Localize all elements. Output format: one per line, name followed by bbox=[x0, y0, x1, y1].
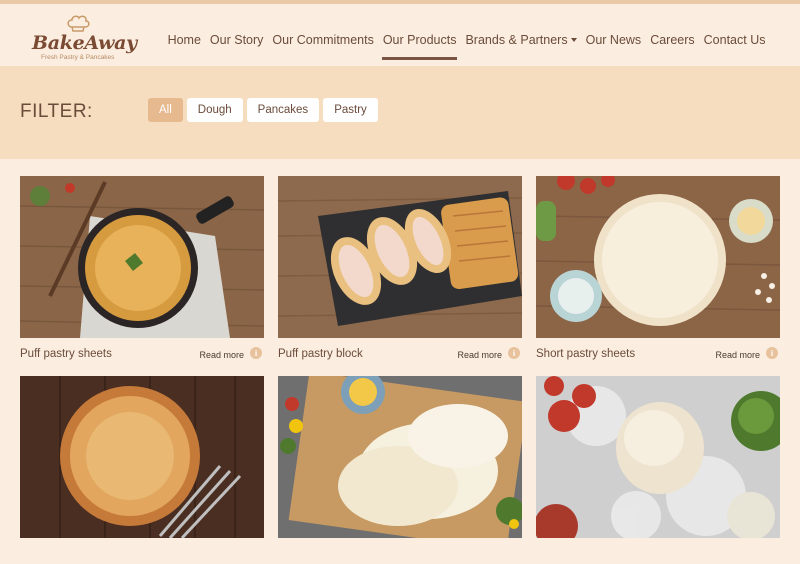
filter-chip-all[interactable]: All bbox=[148, 98, 183, 122]
product-card[interactable] bbox=[278, 376, 522, 564]
filter-chip-pancakes[interactable]: Pancakes bbox=[246, 98, 320, 122]
product-card[interactable] bbox=[536, 376, 780, 564]
nav-label: Our News bbox=[585, 33, 642, 47]
nav-label: Contact Us bbox=[703, 33, 766, 47]
nav-careers[interactable]: Careers bbox=[646, 33, 699, 47]
product-meta bbox=[20, 538, 264, 564]
product-meta bbox=[278, 538, 522, 564]
product-image-pastry-roll[interactable] bbox=[278, 176, 522, 338]
product-title[interactable]: Puff pastry block bbox=[278, 348, 363, 360]
filter-chips: All Dough Pancakes Pastry bbox=[148, 98, 378, 122]
nav-our-commitments[interactable]: Our Commitments bbox=[268, 33, 378, 47]
info-icon[interactable]: i bbox=[508, 347, 520, 359]
product-meta bbox=[536, 538, 780, 564]
nav-our-story[interactable]: Our Story bbox=[205, 33, 268, 47]
info-icon[interactable]: i bbox=[250, 347, 262, 359]
chevron-down-icon bbox=[570, 38, 577, 42]
product-image-baked-pie[interactable] bbox=[20, 376, 264, 538]
brand-logo[interactable]: BakeAway Fresh Pastry & Pancakes bbox=[26, 14, 137, 61]
product-card[interactable]: Puff pastry block Read more i bbox=[278, 176, 522, 364]
filter-label: FILTER: bbox=[20, 101, 93, 122]
filter-chip-dough[interactable]: Dough bbox=[186, 98, 243, 122]
nav-brands-partners[interactable]: Brands & Partners bbox=[461, 33, 581, 47]
product-meta: Short pastry sheets Read more i bbox=[536, 338, 780, 364]
product-image-pastry-crust[interactable] bbox=[536, 176, 780, 338]
nav-home[interactable]: Home bbox=[163, 33, 205, 47]
nav-our-products[interactable]: Our Products bbox=[378, 33, 461, 60]
filter-bar: FILTER: All Dough Pancakes Pastry bbox=[0, 66, 800, 159]
product-image-pie-skillet[interactable] bbox=[20, 176, 264, 338]
main-nav: Home Our Story Our Commitments Our Produ… bbox=[163, 33, 770, 60]
nav-label: Our Story bbox=[209, 33, 264, 47]
read-more-link[interactable]: Read more bbox=[715, 350, 760, 360]
info-icon[interactable]: i bbox=[766, 347, 778, 359]
nav-label: Brands & Partners bbox=[465, 33, 568, 47]
filter-chip-pastry[interactable]: Pastry bbox=[323, 98, 378, 122]
product-meta: Puff pastry sheets Read more i bbox=[20, 338, 264, 364]
nav-label: Careers bbox=[650, 33, 695, 47]
product-image-crepes[interactable] bbox=[278, 376, 522, 538]
nav-contact-us[interactable]: Contact Us bbox=[699, 33, 770, 47]
product-card[interactable]: Short pastry sheets Read more i bbox=[536, 176, 780, 364]
product-title[interactable]: Puff pastry sheets bbox=[20, 348, 112, 360]
product-meta: Puff pastry block Read more i bbox=[278, 338, 522, 364]
product-title[interactable]: Short pastry sheets bbox=[536, 348, 635, 360]
nav-label: Our Commitments bbox=[272, 33, 374, 47]
read-more-link[interactable]: Read more bbox=[457, 350, 502, 360]
brand-name: BakeAway bbox=[32, 32, 137, 54]
product-image-dough-ball[interactable] bbox=[536, 376, 780, 538]
nav-our-news[interactable]: Our News bbox=[581, 33, 646, 47]
chef-hat-icon bbox=[67, 15, 90, 32]
product-card[interactable]: Puff pastry sheets Read more i bbox=[20, 176, 264, 364]
brand-tagline: Fresh Pastry & Pancakes bbox=[41, 54, 115, 61]
product-card[interactable] bbox=[20, 376, 264, 564]
nav-label: Our Products bbox=[382, 33, 457, 47]
nav-label: Home bbox=[167, 33, 201, 47]
read-more-link[interactable]: Read more bbox=[199, 350, 244, 360]
site-header: BakeAway Fresh Pastry & Pancakes Home Ou… bbox=[0, 4, 800, 66]
